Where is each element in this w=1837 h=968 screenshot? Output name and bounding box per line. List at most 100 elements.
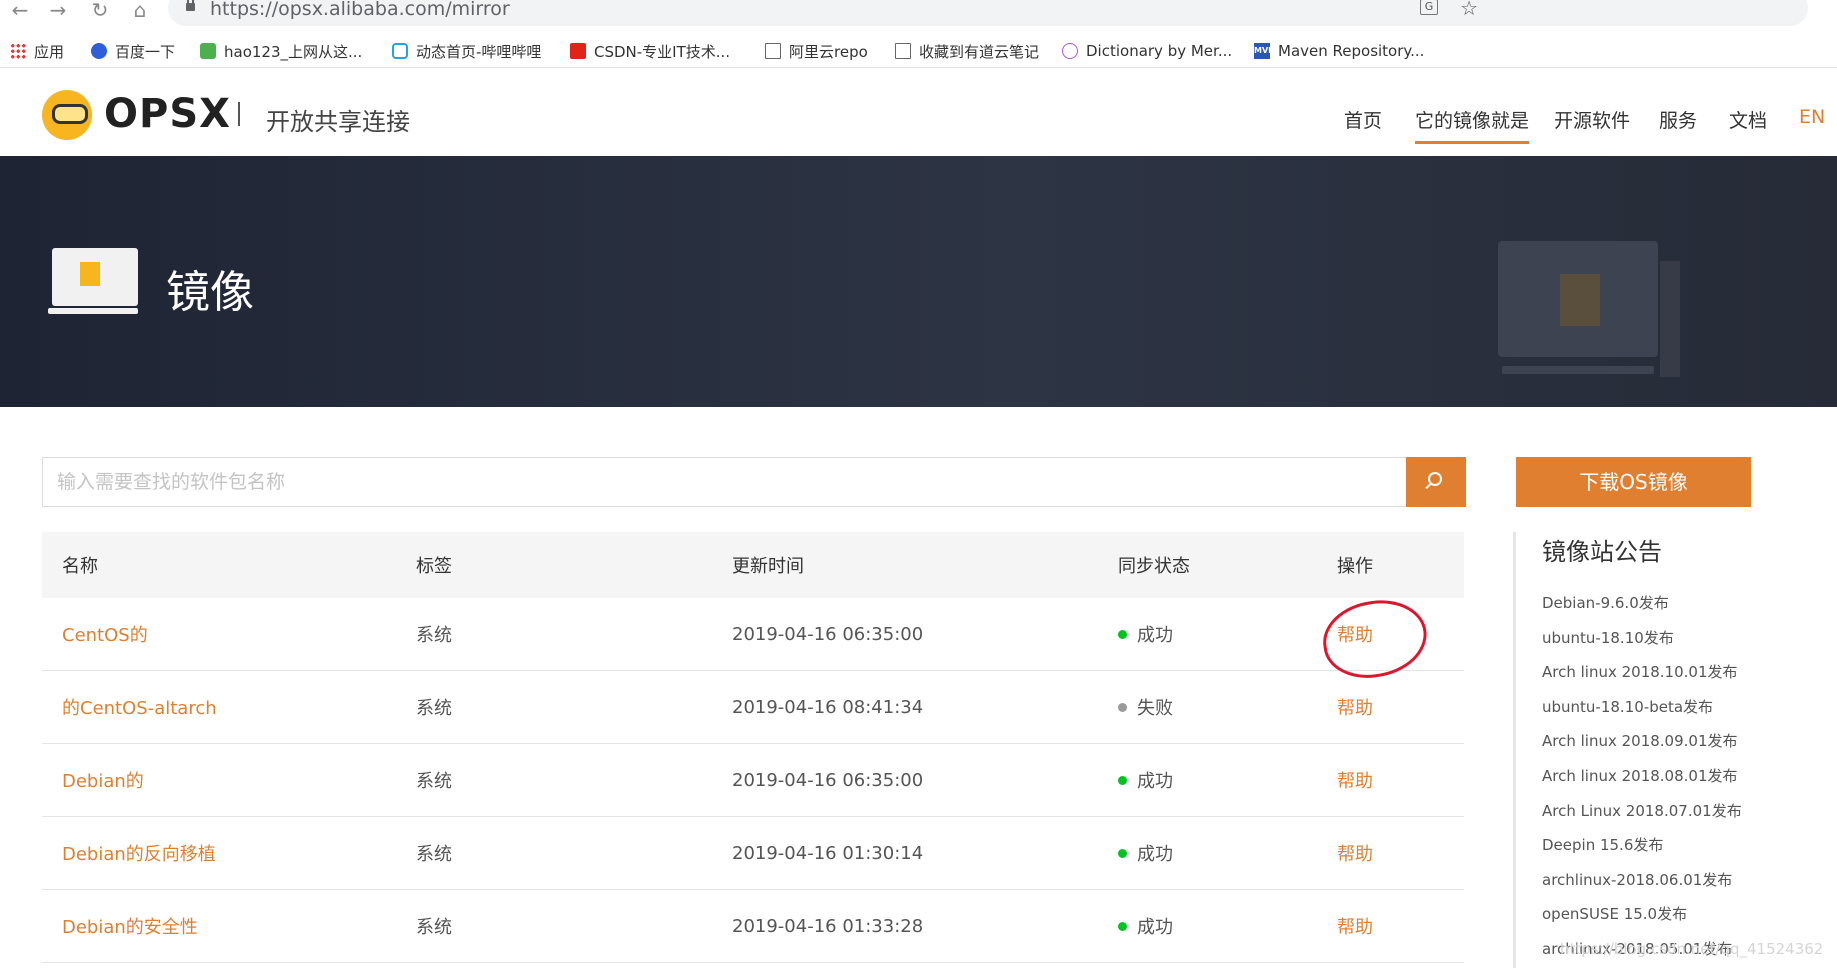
bookmark-bilibili[interactable]: 动态首页-哔哩哔哩 bbox=[392, 40, 541, 62]
help-link[interactable]: 帮助 bbox=[1337, 817, 1373, 889]
download-os-image-button[interactable]: 下载OS镜像 bbox=[1516, 457, 1751, 507]
opsx-logo-icon[interactable] bbox=[42, 90, 92, 140]
mirror-update-time: 2019-04-16 01:30:14 bbox=[732, 842, 924, 864]
announcement-link[interactable]: archlinux-2018.06.01发布 bbox=[1542, 869, 1742, 904]
banner-decoration bbox=[1660, 261, 1680, 377]
bookmark-youdao[interactable]: 收藏到有道云笔记 bbox=[895, 40, 1039, 62]
table-header: 名称 标签 更新时间 同步状态 操作 bbox=[42, 532, 1464, 598]
search-icon bbox=[1428, 472, 1442, 486]
search-button[interactable] bbox=[1406, 457, 1466, 507]
table-row: Debian的 系统 2019-04-16 06:35:00 成功 帮助 bbox=[42, 744, 1464, 817]
address-bar[interactable]: https://opsx.alibaba.com/mirror G ☆ bbox=[168, 0, 1808, 26]
monitor-stand-decoration bbox=[1502, 366, 1654, 374]
watermark: https://blog.csdn.net/qq_41524362 bbox=[1560, 940, 1824, 958]
mirror-update-time: 2019-04-16 08:41:34 bbox=[732, 696, 924, 718]
announcement-link[interactable]: Debian-9.6.0发布 bbox=[1542, 592, 1742, 627]
mirror-tag: 系统 bbox=[416, 625, 452, 646]
sync-status: 成功 bbox=[1118, 598, 1173, 670]
bookmark-aliyun-repo[interactable]: 阿里云repo bbox=[765, 40, 868, 62]
announcements-title: 镜像站公告 bbox=[1542, 538, 1662, 566]
bookmark-apps[interactable]: 应用 bbox=[10, 40, 64, 62]
mirror-tag: 系统 bbox=[416, 771, 452, 792]
star-icon[interactable]: ☆ bbox=[1460, 0, 1478, 20]
back-icon[interactable]: ← bbox=[8, 0, 32, 22]
mirror-name-link[interactable]: CentOS的 bbox=[62, 598, 148, 670]
header-update-time: 更新时间 bbox=[732, 556, 804, 577]
mirror-name-link[interactable]: Debian的安全性 bbox=[62, 890, 198, 962]
announcement-link[interactable]: ubuntu-18.10-beta发布 bbox=[1542, 696, 1742, 731]
mirror-update-time: 2019-04-16 01:33:28 bbox=[732, 915, 924, 937]
nav-mirror[interactable]: 它的镜像就是 bbox=[1415, 106, 1530, 144]
logo-slogan: 开放共享连接 bbox=[266, 108, 410, 136]
bookmarks-bar: 应用 百度一下 hao123_上网从这... 动态首页-哔哩哔哩 CSDN-专业… bbox=[0, 34, 1837, 68]
home-icon[interactable]: ⌂ bbox=[128, 0, 152, 22]
announcements-list: Debian-9.6.0发布 ubuntu-18.10发布 Arch linux… bbox=[1542, 592, 1742, 968]
page-title: 镜像 bbox=[166, 267, 254, 318]
table-row: 的CentOS-altarch 系统 2019-04-16 08:41:34 失… bbox=[42, 671, 1464, 744]
announcement-link[interactable]: ubuntu-18.10发布 bbox=[1542, 627, 1742, 662]
apps-icon bbox=[10, 43, 26, 59]
browser-toolbar: ← → ↻ ⌂ https://opsx.alibaba.com/mirror … bbox=[0, 0, 1837, 27]
header-name: 名称 bbox=[62, 556, 98, 577]
logo-text[interactable]: OPSX bbox=[104, 91, 231, 137]
url-text[interactable]: https://opsx.alibaba.com/mirror bbox=[210, 0, 510, 20]
sync-status: 成功 bbox=[1118, 817, 1173, 889]
header-actions: 操作 bbox=[1337, 556, 1373, 577]
nav-services[interactable]: 服务 bbox=[1659, 106, 1697, 133]
header-sync-status: 同步状态 bbox=[1118, 556, 1190, 577]
site-header: OPSX 开放共享连接 首页 它的镜像就是 开源软件 服务 文档 EN bbox=[0, 72, 1837, 156]
header-tag: 标签 bbox=[416, 556, 452, 577]
help-link[interactable]: 帮助 bbox=[1337, 890, 1373, 962]
nav-open-source[interactable]: 开源软件 bbox=[1554, 106, 1630, 133]
maven-icon: MVN bbox=[1254, 43, 1275, 59]
page-icon bbox=[895, 43, 911, 59]
page-icon bbox=[765, 43, 781, 59]
mirror-update-time: 2019-04-16 06:35:00 bbox=[732, 623, 924, 645]
help-link[interactable]: 帮助 bbox=[1337, 671, 1373, 743]
search-field[interactable] bbox=[42, 457, 1407, 507]
nav-docs[interactable]: 文档 bbox=[1729, 106, 1767, 133]
hao123-icon bbox=[200, 43, 216, 59]
table-row: CentOS的 系统 2019-04-16 06:35:00 成功 帮助 bbox=[42, 598, 1464, 671]
announcement-link[interactable]: openSUSE 15.0发布 bbox=[1542, 903, 1742, 938]
search-input[interactable] bbox=[43, 458, 1406, 506]
table-row: Debian的安全性 系统 2019-04-16 01:33:28 成功 帮助 bbox=[42, 890, 1464, 963]
bookmark-baidu[interactable]: 百度一下 bbox=[91, 40, 175, 62]
mirror-name-link[interactable]: Debian的反向移植 bbox=[62, 817, 216, 889]
mirror-update-time: 2019-04-16 06:35:00 bbox=[732, 769, 924, 791]
mirror-name-link[interactable]: 的CentOS-altarch bbox=[62, 671, 217, 743]
help-link[interactable]: 帮助 bbox=[1337, 744, 1373, 816]
announcement-link[interactable]: Arch linux 2018.08.01发布 bbox=[1542, 765, 1742, 800]
forward-icon[interactable]: → bbox=[46, 0, 70, 22]
csdn-icon bbox=[570, 43, 586, 59]
document-decoration-icon bbox=[1560, 274, 1600, 326]
mirror-tag: 系统 bbox=[416, 844, 452, 865]
baidu-icon bbox=[91, 43, 107, 59]
hero-banner: 镜像 bbox=[0, 156, 1837, 407]
status-success-dot-icon bbox=[1118, 921, 1127, 931]
table-row: Debian的反向移植 系统 2019-04-16 01:30:14 成功 帮助 bbox=[42, 817, 1464, 890]
announcement-link[interactable]: Arch Linux 2018.07.01发布 bbox=[1542, 800, 1742, 835]
status-success-dot-icon bbox=[1118, 629, 1127, 639]
nav-home[interactable]: 首页 bbox=[1344, 106, 1382, 133]
mirror-table: 名称 标签 更新时间 同步状态 操作 CentOS的 系统 2019-04-16… bbox=[42, 532, 1464, 963]
sync-status: 成功 bbox=[1118, 890, 1173, 962]
announcement-link[interactable]: Arch linux 2018.09.01发布 bbox=[1542, 730, 1742, 765]
logo-divider bbox=[238, 102, 240, 126]
bookmark-csdn[interactable]: CSDN-专业IT技术... bbox=[570, 40, 730, 62]
mirror-icon bbox=[48, 248, 138, 314]
sync-status: 成功 bbox=[1118, 744, 1173, 816]
reload-icon[interactable]: ↻ bbox=[88, 0, 112, 22]
bookmark-dictionary[interactable]: Dictionary by Mer... bbox=[1062, 40, 1232, 62]
bookmark-hao123[interactable]: hao123_上网从这... bbox=[200, 40, 362, 62]
announcement-link[interactable]: Arch linux 2018.10.01发布 bbox=[1542, 661, 1742, 696]
announcements-panel: 镜像站公告 Debian-9.6.0发布 ubuntu-18.10发布 Arch… bbox=[1513, 532, 1823, 968]
translate-icon[interactable]: G bbox=[1420, 0, 1438, 15]
announcement-link[interactable]: Deepin 15.6发布 bbox=[1542, 834, 1742, 869]
bookmark-maven[interactable]: MVN Maven Repository... bbox=[1254, 40, 1424, 62]
nav-language-en[interactable]: EN bbox=[1799, 106, 1825, 128]
mirror-tag: 系统 bbox=[416, 917, 452, 938]
status-success-dot-icon bbox=[1118, 848, 1127, 858]
mirror-name-link[interactable]: Debian的 bbox=[62, 744, 144, 816]
status-fail-dot-icon bbox=[1118, 702, 1127, 712]
